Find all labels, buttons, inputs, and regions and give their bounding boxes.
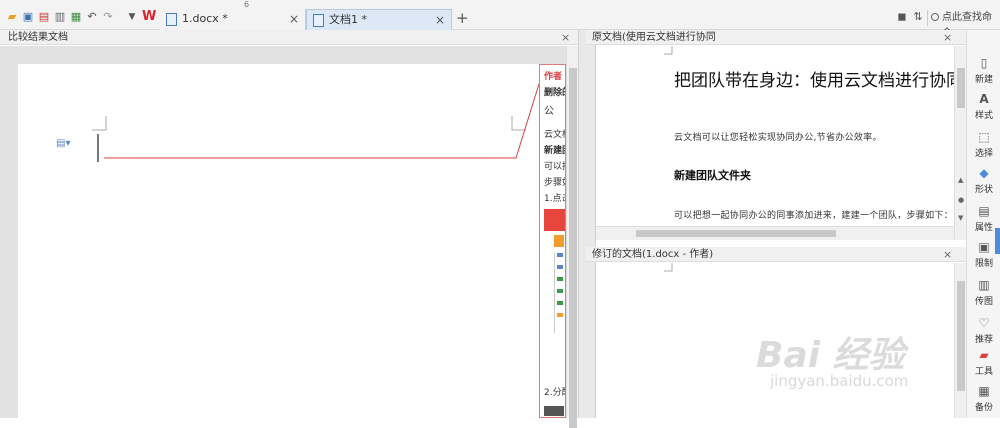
sidebar-active-indicator bbox=[995, 228, 1000, 254]
balloon-image bbox=[544, 406, 564, 416]
watermark-logo: Bai 经验 bbox=[756, 335, 905, 376]
dropdown-arrow-icon[interactable]: ▼ bbox=[126, 11, 138, 23]
undo-icon[interactable]: ↶ bbox=[86, 11, 98, 23]
paragraph: 可以把想一起协同办公的同事添加进来，建建一个团队，步骤如下： bbox=[674, 211, 954, 221]
document-title: 把团队带在身边：使用云文档进行协同 bbox=[674, 71, 954, 91]
scroll-thumb[interactable] bbox=[957, 281, 965, 391]
document-icon bbox=[166, 13, 177, 26]
toolbox-icon: ▰ bbox=[979, 348, 989, 362]
page-margin-marks bbox=[664, 263, 673, 272]
page-margin-marks bbox=[92, 83, 539, 162]
tab-document1[interactable]: 文档1 * × bbox=[306, 9, 452, 30]
revised-pane-header: 修订的文档(1.docx - 作者) bbox=[586, 247, 966, 262]
task-pane-sidebar: ▯ 新建 A 样式 ⬚ 选择 ◆ 形状 ▤ 属性 ▣ 限制 ▥ 传图 ♡ 推荐 … bbox=[966, 30, 1000, 418]
shape-icon: ◆ bbox=[979, 166, 989, 180]
search-icon bbox=[931, 13, 939, 21]
new-doc-icon: ▯ bbox=[980, 56, 988, 70]
side-item-style[interactable]: A 样式 bbox=[967, 92, 1000, 130]
section-heading: 新建团队文件夹 bbox=[674, 169, 751, 182]
scroll-thumb[interactable] bbox=[957, 68, 965, 108]
close-left-pane-button[interactable]: × bbox=[561, 30, 570, 45]
side-item-upload-image[interactable]: ▥ 传图 bbox=[967, 278, 1000, 316]
prev-page-icon[interactable]: ▲ bbox=[958, 176, 963, 184]
title-toolbar: ▰ ▣ ▤ ▥ ▦ ↶ ↷ ▼ W 6 1.docx * × 文档1 * × +… bbox=[0, 0, 1000, 39]
add-tab-button[interactable]: + bbox=[456, 9, 469, 27]
original-horizontal-scrollbar[interactable] bbox=[596, 226, 954, 240]
style-icon: A bbox=[979, 92, 989, 106]
pane-splitter[interactable] bbox=[578, 30, 596, 418]
scroll-thumb[interactable] bbox=[636, 230, 836, 237]
side-item-tools[interactable]: ▰ 工具 bbox=[967, 348, 1000, 386]
balloon-deleted: 删除的 bbox=[544, 88, 565, 98]
left-pane-header: 比较结果文档 bbox=[0, 30, 578, 45]
watermark-url: jingyan.baidu.com bbox=[770, 372, 909, 390]
balloon-text: 可以把 bbox=[544, 162, 565, 172]
tab-label: 1.docx * bbox=[182, 12, 228, 25]
paste-options-icon[interactable]: ▤▾ bbox=[56, 138, 70, 149]
close-tab-icon[interactable]: × bbox=[435, 10, 445, 30]
original-pane-header: 原文档(使用云文档进行协同 bbox=[586, 30, 966, 45]
collapse-ribbon-icon[interactable]: ⇅ bbox=[912, 11, 924, 23]
export-pdf-icon[interactable]: ▤ bbox=[38, 11, 50, 23]
balloon-text: 1.点击 bbox=[544, 194, 565, 204]
balloon-text: 云文档 bbox=[544, 130, 565, 140]
print-icon[interactable]: ▥ bbox=[54, 11, 66, 23]
tab-1-docx[interactable]: 1.docx * × bbox=[160, 9, 306, 30]
left-pane-title: 比较结果文档 bbox=[8, 32, 68, 43]
close-revised-pane-button[interactable]: × bbox=[943, 247, 952, 262]
original-pane-title: 原文档(使用云文档进行协同 bbox=[592, 32, 716, 43]
side-item-select[interactable]: ⬚ 选择 bbox=[967, 130, 1000, 168]
tab-label: 文档1 * bbox=[329, 13, 367, 26]
left-vertical-scrollbar[interactable] bbox=[566, 46, 578, 428]
balloon-text: 步骤如 bbox=[544, 178, 565, 188]
page-margin-marks bbox=[664, 46, 673, 55]
scroll-thumb[interactable] bbox=[569, 68, 577, 428]
revised-vertical-scrollbar[interactable] bbox=[954, 263, 966, 418]
next-page-icon[interactable]: ▼ bbox=[958, 214, 963, 222]
select-browse-icon[interactable]: ● bbox=[958, 196, 964, 204]
upload-image-icon: ▥ bbox=[978, 278, 990, 292]
command-search[interactable]: 点此查找命令 bbox=[927, 10, 1000, 39]
original-document-page[interactable]: 把团队带在身边：使用云文档进行协同 云文档可以让您轻松实现协同办公,节省办公效率… bbox=[596, 46, 954, 226]
document-icon bbox=[313, 14, 324, 27]
balloon-author: 作者 bbox=[544, 72, 563, 82]
open-folder-icon[interactable]: ▰ bbox=[6, 11, 18, 23]
redo-icon[interactable]: ↷ bbox=[102, 11, 114, 23]
balloon-text: 新建团 bbox=[544, 146, 565, 156]
side-item-shape[interactable]: ◆ 形状 bbox=[967, 166, 1000, 204]
balloon-text: 2.分配 bbox=[544, 388, 565, 398]
balloon-image bbox=[544, 209, 565, 231]
restrict-icon: ▣ bbox=[978, 240, 990, 254]
side-item-new[interactable]: ▯ 新建 bbox=[967, 56, 1000, 94]
side-item-backup[interactable]: ▦ 备份 bbox=[967, 384, 1000, 422]
balloon-list bbox=[554, 253, 564, 333]
paragraph: 云文档可以让您轻松实现协同办公,节省办公效率。 bbox=[674, 133, 882, 143]
skin-icon[interactable]: ◼ bbox=[896, 11, 908, 23]
select-icon: ⬚ bbox=[978, 130, 990, 144]
recommend-icon: ♡ bbox=[978, 316, 990, 330]
properties-icon: ▤ bbox=[978, 204, 990, 218]
comparison-result-page[interactable]: ▤▾ bbox=[18, 64, 539, 418]
print-preview-icon[interactable]: ▦ bbox=[70, 11, 82, 23]
balloon-text: 公 bbox=[544, 106, 554, 117]
balloon-image bbox=[554, 235, 564, 247]
save-icon[interactable]: ▣ bbox=[22, 11, 34, 23]
original-vertical-scrollbar[interactable]: ▲ ● ▼ bbox=[954, 46, 966, 240]
revision-balloon[interactable]: 作者 删除的 公 云文档 新建团 可以把 步骤如 1.点击 2.分配 bbox=[539, 64, 566, 418]
wps-logo-icon[interactable]: W bbox=[142, 10, 156, 23]
revised-pane-title: 修订的文档(1.docx - 作者) bbox=[592, 249, 714, 260]
backup-icon: ▦ bbox=[978, 384, 990, 398]
ruler-mark: 6 bbox=[244, 0, 250, 9]
close-tab-icon[interactable]: × bbox=[289, 9, 299, 29]
close-original-pane-button[interactable]: × bbox=[943, 30, 952, 45]
